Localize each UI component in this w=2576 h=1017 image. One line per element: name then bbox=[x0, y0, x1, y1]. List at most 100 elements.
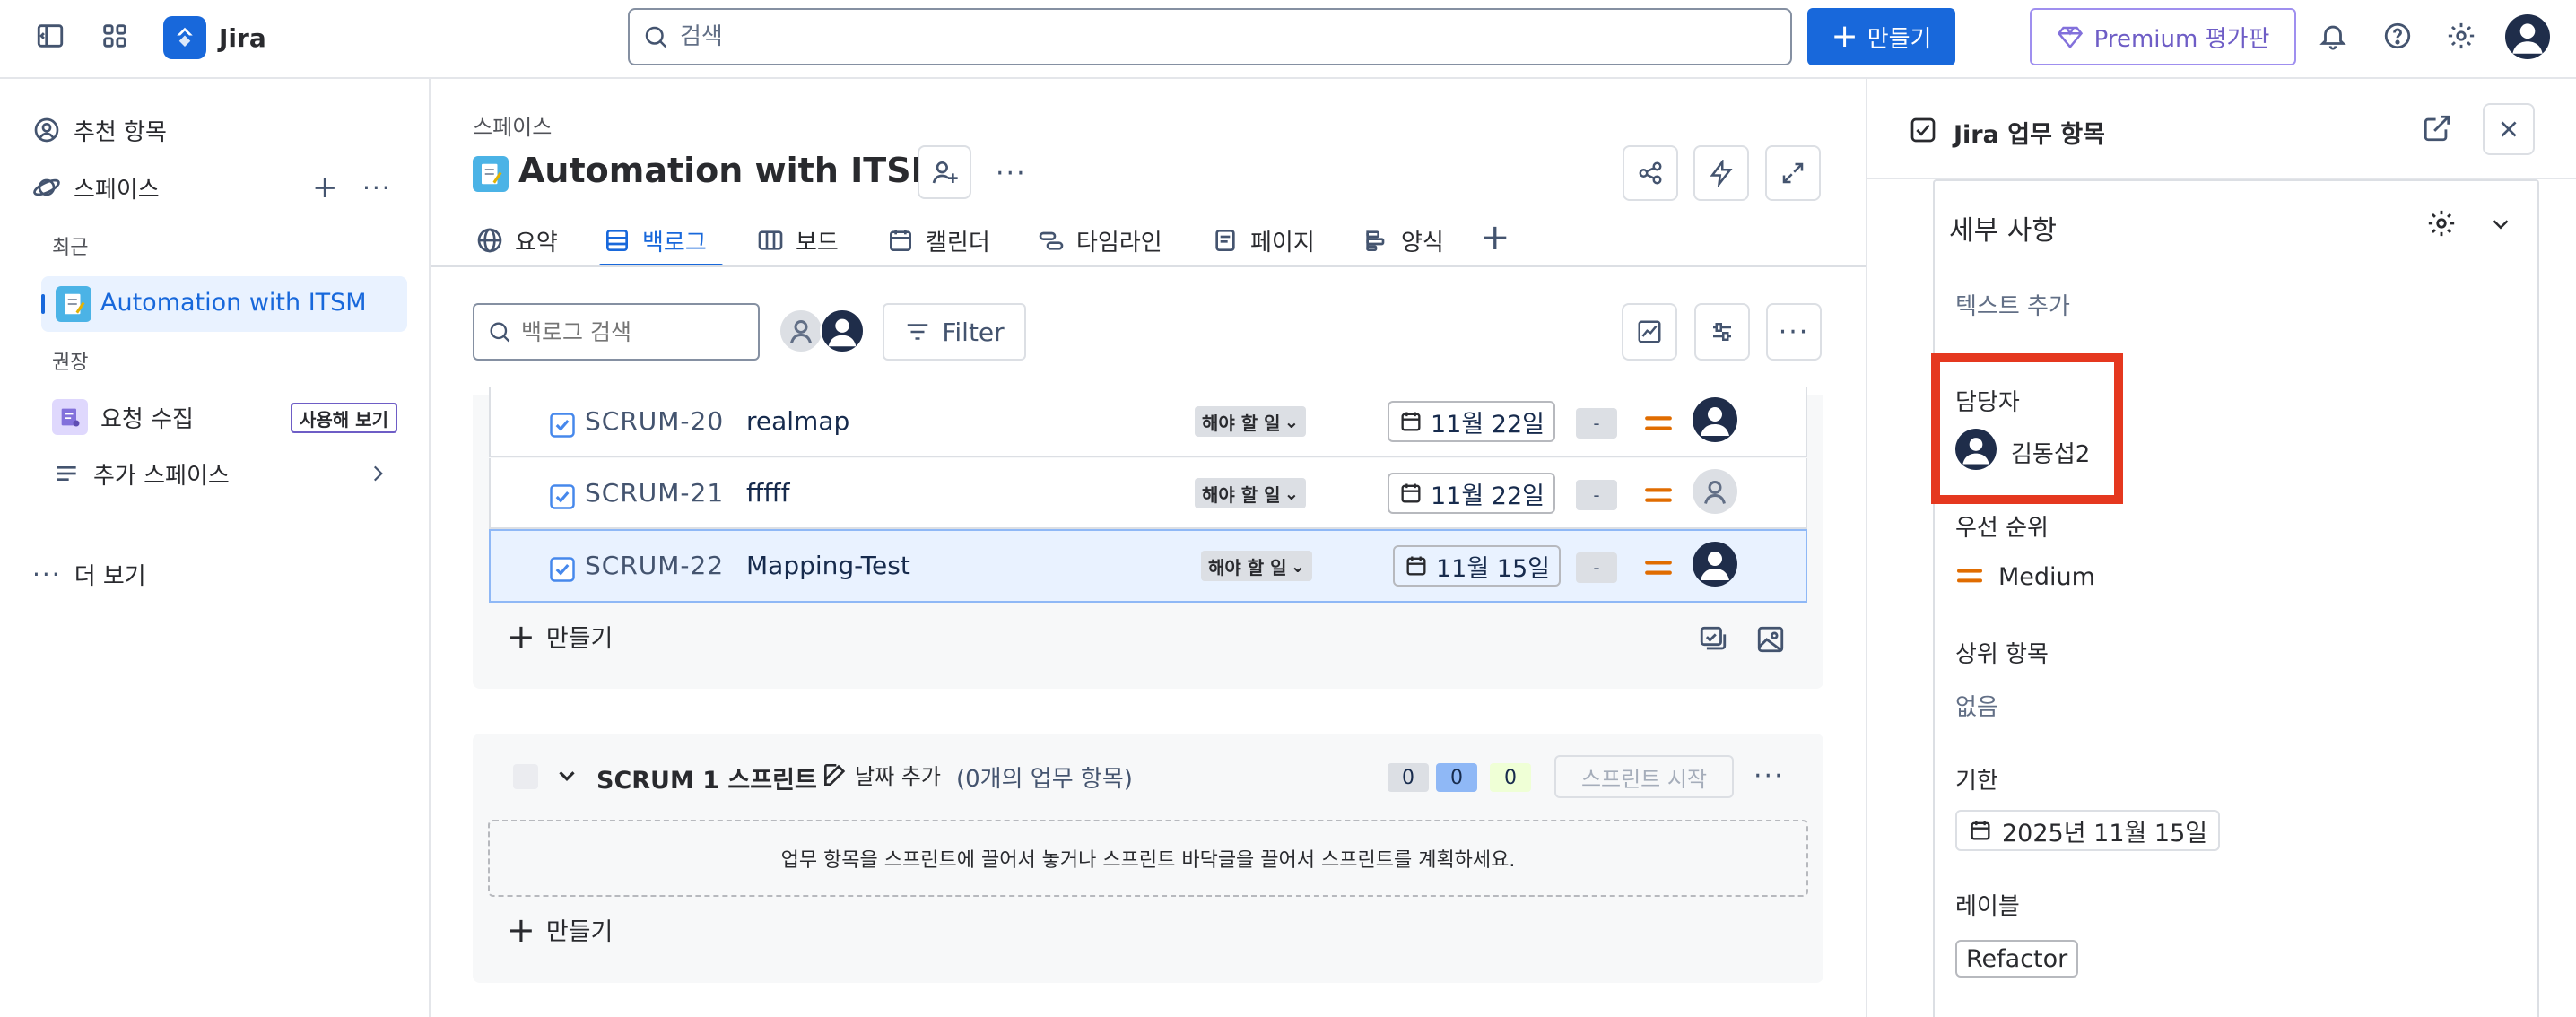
tab-backlog[interactable]: 백로그 bbox=[603, 215, 707, 265]
tab-forms[interactable]: 양식 bbox=[1362, 215, 1444, 265]
label-tag[interactable]: Refactor bbox=[1955, 940, 2079, 978]
sprint-checkbox[interactable] bbox=[513, 764, 538, 789]
sprint-add-date-button[interactable]: 날짜 추가 bbox=[821, 759, 941, 790]
details-header[interactable]: 세부 사항 bbox=[1949, 208, 2057, 248]
table-row[interactable]: SCRUM-20 realmap 해야 할 일 ⌄ 11월 22일 - bbox=[489, 387, 1807, 457]
priority-medium-icon[interactable] bbox=[1643, 552, 1674, 587]
sidebar-item-label: Automation with ITSM bbox=[100, 289, 367, 317]
sidebar-item-more-spaces[interactable]: 추가 스페이스 bbox=[52, 448, 402, 499]
try-it-badge[interactable]: 사용해 보기 bbox=[291, 403, 397, 433]
settings-gear-icon[interactable] bbox=[2436, 11, 2486, 61]
backlog-search[interactable] bbox=[473, 303, 760, 361]
bulk-create-icon[interactable] bbox=[1698, 624, 1728, 655]
table-row[interactable]: SCRUM-21 fffff 해야 할 일 ⌄ 11월 22일 - bbox=[489, 458, 1807, 529]
sidebar-item-recent-project[interactable]: Automation with ITSM bbox=[41, 276, 407, 332]
assignee-name[interactable]: 김동섭2 bbox=[2011, 436, 2090, 469]
sprint-create-button[interactable]: + 만들기 bbox=[507, 912, 613, 947]
status-dropdown[interactable]: 해야 할 일 ⌄ bbox=[1195, 478, 1307, 508]
unassigned-avatar[interactable] bbox=[1693, 469, 1737, 514]
issue-key[interactable]: SCRUM-22 bbox=[585, 551, 724, 580]
sidebar-item-recommended[interactable]: 추천 항목 bbox=[32, 105, 167, 155]
search-input[interactable] bbox=[680, 23, 1667, 50]
insights-button[interactable] bbox=[1622, 303, 1677, 361]
issue-key[interactable]: SCRUM-20 bbox=[585, 406, 724, 436]
view-settings-button[interactable] bbox=[1694, 303, 1750, 361]
sprint-more-icon[interactable]: ··· bbox=[1754, 761, 1785, 792]
table-row-selected[interactable]: SCRUM-22 Mapping-Test 해야 할 일 ⌄ 11월 15일 - bbox=[489, 529, 1807, 603]
backlog-create-button[interactable]: + 만들기 bbox=[507, 619, 613, 654]
add-text-placeholder[interactable]: 텍스트 추가 bbox=[1955, 288, 2070, 321]
automation-button[interactable] bbox=[1693, 145, 1749, 201]
start-sprint-button[interactable]: 스프린트 시작 bbox=[1554, 755, 1734, 798]
sidebar-item-more[interactable]: ··· 더 보기 bbox=[32, 549, 146, 599]
assignee-avatar[interactable] bbox=[1955, 429, 1997, 470]
help-icon[interactable] bbox=[2372, 11, 2423, 61]
assignee-avatar[interactable] bbox=[1693, 542, 1737, 587]
assignee-avatar[interactable] bbox=[1693, 397, 1737, 442]
issue-summary[interactable]: realmap bbox=[746, 406, 849, 436]
task-checkbox-icon bbox=[549, 483, 576, 514]
due-date-button[interactable]: 11월 22일 bbox=[1388, 401, 1555, 442]
sidebar-toggle-icon[interactable] bbox=[25, 11, 75, 61]
spaces-more-icon[interactable]: ··· bbox=[362, 173, 392, 203]
sidebar-item-label: 스페이스 bbox=[74, 176, 160, 204]
breadcrumb[interactable]: 스페이스 bbox=[473, 109, 552, 141]
chevron-down-icon: ⌄ bbox=[1284, 482, 1300, 504]
estimate-badge[interactable]: - bbox=[1576, 480, 1617, 510]
priority-medium-icon[interactable] bbox=[1643, 480, 1674, 514]
issue-summary[interactable]: fffff bbox=[746, 478, 789, 508]
estimate-badge[interactable]: - bbox=[1576, 552, 1617, 583]
status-dropdown[interactable]: 해야 할 일 ⌄ bbox=[1195, 406, 1307, 437]
user-avatar[interactable] bbox=[2505, 14, 2550, 59]
estimate-badge[interactable]: - bbox=[1576, 408, 1617, 439]
global-search[interactable] bbox=[628, 8, 1792, 65]
chevron-down-icon: ⌄ bbox=[1284, 411, 1300, 432]
add-space-plus-icon[interactable]: + bbox=[312, 170, 338, 205]
panel-header-divider bbox=[1867, 178, 2576, 179]
priority-value[interactable]: Medium bbox=[1998, 563, 2095, 591]
close-panel-button[interactable] bbox=[2483, 103, 2535, 155]
chevron-right-icon bbox=[366, 462, 389, 485]
project-memo-icon bbox=[473, 156, 509, 192]
jira-logo[interactable]: Jira bbox=[163, 16, 266, 59]
parent-value[interactable]: 없음 bbox=[1955, 689, 1998, 722]
sprint-name[interactable]: SCRUM 1 스프린트 bbox=[596, 761, 817, 795]
due-date-button[interactable]: 11월 22일 bbox=[1388, 473, 1555, 514]
sprint-drop-zone[interactable]: 업무 항목을 스프린트에 끌어서 놓거나 스프린트 바닥글을 끌어서 스프린트를… bbox=[488, 820, 1808, 897]
unassigned-avatar-filter[interactable] bbox=[779, 309, 823, 353]
issue-key[interactable]: SCRUM-21 bbox=[585, 478, 724, 508]
tab-calendar[interactable]: 캘린더 bbox=[886, 215, 990, 265]
due-date-button[interactable]: 11월 15일 bbox=[1393, 545, 1561, 587]
status-dropdown[interactable]: 해야 할 일 ⌄ bbox=[1201, 551, 1313, 581]
filter-button[interactable]: Filter bbox=[883, 303, 1026, 361]
tab-summary[interactable]: 요약 bbox=[475, 215, 558, 265]
chevron-down-icon[interactable] bbox=[553, 762, 580, 789]
image-icon[interactable] bbox=[1755, 624, 1786, 655]
create-button[interactable]: + 만들기 bbox=[1807, 8, 1955, 65]
open-in-new-icon[interactable] bbox=[2422, 113, 2452, 143]
priority-medium-icon[interactable] bbox=[1643, 408, 1674, 442]
app-switcher-icon[interactable] bbox=[90, 11, 140, 61]
tab-timeline[interactable]: 타임라인 bbox=[1037, 215, 1162, 265]
add-tab-plus-icon[interactable]: + bbox=[1480, 217, 1510, 258]
tab-pages[interactable]: 페이지 bbox=[1211, 215, 1315, 265]
due-date-label: 11월 15일 bbox=[1436, 554, 1550, 583]
chevron-down-icon[interactable] bbox=[2487, 211, 2514, 238]
issue-summary[interactable]: Mapping-Test bbox=[746, 551, 910, 580]
user-avatar-filter[interactable] bbox=[820, 309, 865, 353]
due-date-field[interactable]: 2025년 11월 15일 bbox=[1955, 810, 2221, 851]
tab-board[interactable]: 보드 bbox=[756, 215, 839, 265]
title-more-icon[interactable]: ··· bbox=[996, 158, 1027, 189]
notifications-bell-icon[interactable] bbox=[2308, 11, 2358, 61]
fullscreen-button[interactable] bbox=[1765, 145, 1821, 201]
backlog-search-input[interactable] bbox=[521, 318, 745, 345]
share-button[interactable] bbox=[1623, 145, 1678, 201]
sidebar-item-label: 추가 스페이스 bbox=[93, 462, 230, 490]
sidebar-item-request-intake[interactable]: 요청 수집 사용해 보기 bbox=[52, 392, 402, 442]
premium-trial-button[interactable]: Premium 평가판 bbox=[2030, 8, 2296, 65]
details-settings-gear-icon[interactable] bbox=[2426, 208, 2457, 239]
search-icon bbox=[487, 319, 512, 344]
sidebar-item-spaces[interactable]: 스페이스 + ··· bbox=[32, 162, 400, 213]
backlog-more-button[interactable]: ··· bbox=[1766, 303, 1822, 361]
add-people-button[interactable] bbox=[918, 145, 971, 199]
